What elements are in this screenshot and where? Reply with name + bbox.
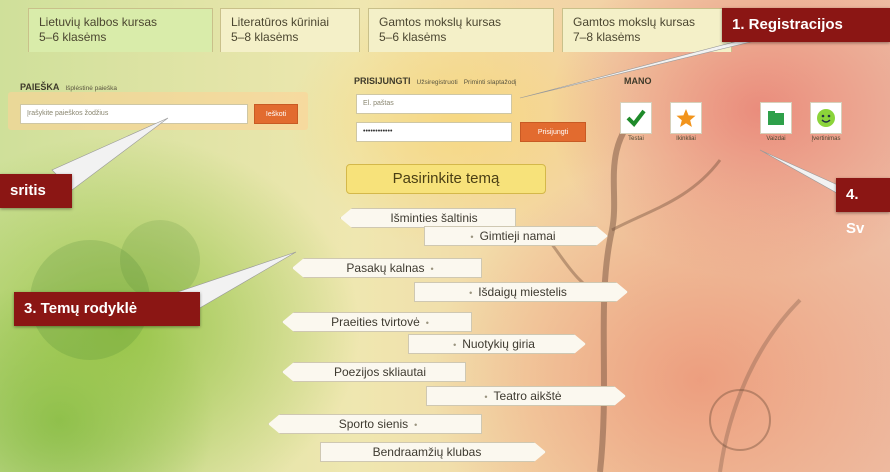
callout-registration: 1. Registracijos xyxy=(722,8,890,42)
callout-personal: 4. Sv xyxy=(836,178,890,237)
callout-search-area: sritis xyxy=(0,174,72,208)
callout-topic-index: 3. Temų rodyklė xyxy=(14,292,200,326)
callout-pointers xyxy=(51,29,861,317)
page-background: Lietuvių kalbos kursas 5–6 klasėms Liter… xyxy=(0,0,890,472)
